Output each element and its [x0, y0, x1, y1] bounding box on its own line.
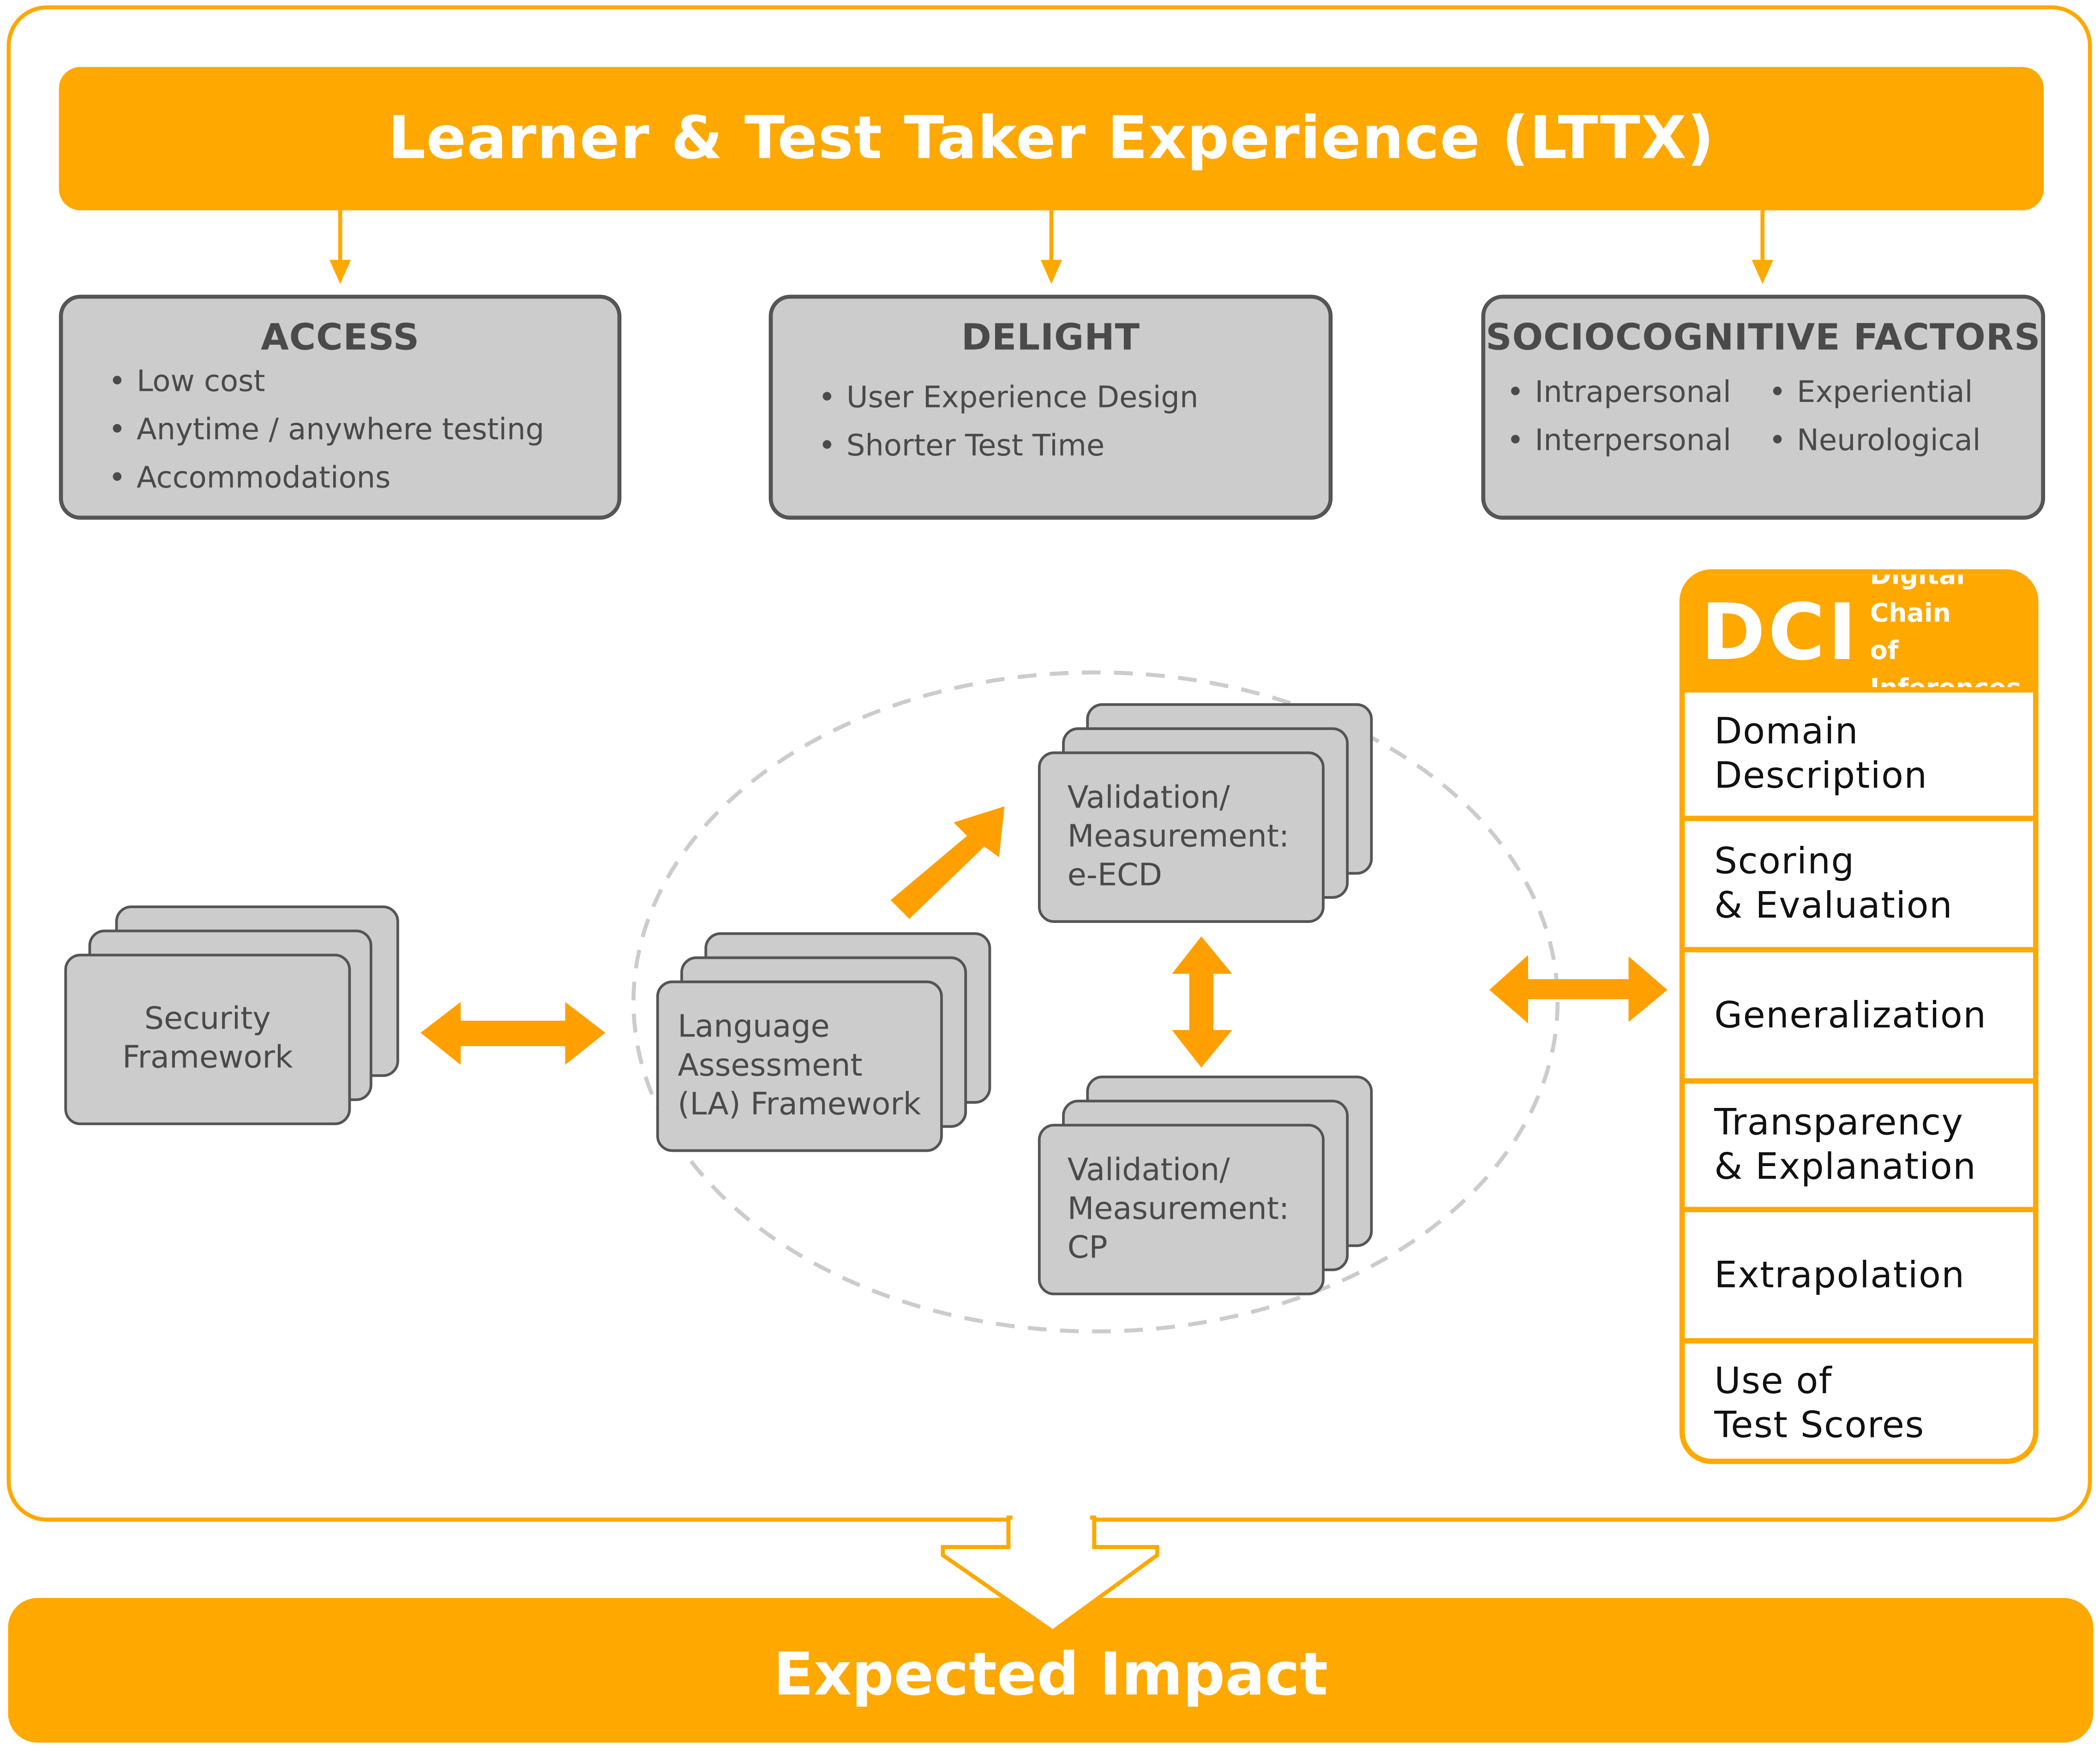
impact-arrow-head: [941, 1515, 1159, 1634]
impact-arrow-layer: [941, 1511, 1159, 1634]
diagram-canvas: Learner & Test Taker Experience (LTTX) A…: [0, 0, 2100, 1748]
